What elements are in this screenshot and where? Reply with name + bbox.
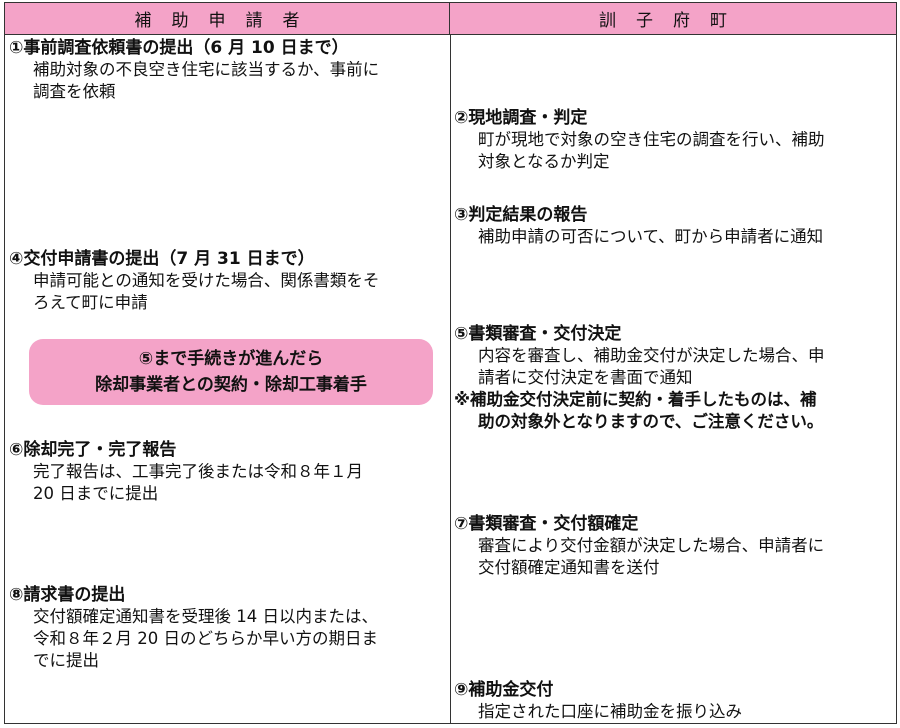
step-8-invoice-submission: ⑧請求書の提出 交付額確定通知書を受理後 14 日以内または、 令和８年２月 2… xyxy=(9,584,378,672)
step-1-prior-survey-request: ①事前調査依頼書の提出（6 月 10 日まで） 補助対象の不良空き住宅に該当する… xyxy=(9,37,379,103)
procedure-table: 補助申請者 訓子府町 ①事前調査依頼書の提出（6 月 10 日まで） 補助対象の… xyxy=(4,2,897,724)
step-3-result-notice: ③判定結果の報告 補助申請の可否について、町から申請者に通知 xyxy=(454,204,823,248)
step-text: 補助対象の不良空き住宅に該当するか、事前に xyxy=(33,60,380,79)
step-text: 交付額確定通知書を送付 xyxy=(478,558,660,577)
step-9-grant-payment: ⑨補助金交付 指定された口座に補助金を振り込み xyxy=(454,679,742,723)
step-text: 指定された口座に補助金を振り込み xyxy=(478,702,742,721)
step-text: 補助申請の可否について、町から申請者に通知 xyxy=(478,227,824,246)
step-4-grant-application: ④交付申請書の提出（7 月 31 日まで） 申請可能との通知を受けた場合、関係書… xyxy=(9,248,379,314)
step-text: 審査により交付金額が決定した場合、申請者に xyxy=(478,536,825,555)
step-5-grant-decision: ⑤書類審査・交付決定 内容を審査し、補助金交付が決定した場合、申 請者に交付決定… xyxy=(454,323,825,433)
step-title: ④交付申請書の提出（7 月 31 日まで） xyxy=(9,249,315,269)
step-text: 調査を依頼 xyxy=(33,82,116,101)
step-title: ⑨補助金交付 xyxy=(454,680,554,700)
step-text: 内容を審査し、補助金交付が決定した場合、申 xyxy=(478,346,825,365)
step-text: 対象となるか判定 xyxy=(478,152,610,171)
step-text: 申請可能との通知を受けた場合、関係書類をそ xyxy=(33,271,380,290)
step-text: ろえて町に申請 xyxy=(33,293,148,312)
step-text: 完了報告は、工事完了後または令和８年１月 xyxy=(33,462,363,481)
step-title: ⑤書類審査・交付決定 xyxy=(454,324,622,344)
step-text: 町が現地で対象の空き住宅の調査を行い、補助 xyxy=(478,130,825,149)
header-town: 訓子府町 xyxy=(450,3,896,35)
banner-line: ⑤まで手続きが進んだら xyxy=(138,349,324,369)
step-title: ⑧請求書の提出 xyxy=(9,585,126,605)
step-2-site-survey: ②現地調査・判定 町が現地で対象の空き住宅の調査を行い、補助 対象となるか判定 xyxy=(454,107,825,173)
banner-line: 除却事業者との契約・除却工事着手 xyxy=(95,375,367,395)
step-title: ③判定結果の報告 xyxy=(454,205,588,225)
step-text: でに提出 xyxy=(33,651,99,670)
caution-note: ※補助金交付決定前に契約・着手したものは、補 xyxy=(454,390,817,409)
column-divider xyxy=(450,35,451,723)
step-title: ②現地調査・判定 xyxy=(454,108,588,128)
step-title: ⑦書類審査・交付額確定 xyxy=(454,514,639,534)
step-title: ①事前調査依頼書の提出（6 月 10 日まで） xyxy=(9,38,349,58)
step-text: 令和８年２月 20 日のどちらか早い方の期日ま xyxy=(33,629,378,648)
header-applicant: 補助申請者 xyxy=(5,3,450,35)
step-7-amount-confirmation: ⑦書類審査・交付額確定 審査により交付金額が決定した場合、申請者に 交付額確定通… xyxy=(454,513,824,579)
step-6-completion-report: ⑥除却完了・完了報告 完了報告は、工事完了後または令和８年１月 20 日までに提… xyxy=(9,439,363,505)
contract-start-banner: ⑤まで手続きが進んだら 除却事業者との契約・除却工事着手 xyxy=(29,339,433,405)
step-title: ⑥除却完了・完了報告 xyxy=(9,440,177,460)
step-text: 請者に交付決定を書面で通知 xyxy=(478,368,693,387)
caution-note: 助の対象外となりますので、ご注意ください。 xyxy=(478,412,824,431)
step-text: 交付額確定通知書を受理後 14 日以内または、 xyxy=(33,607,378,626)
step-text: 20 日までに提出 xyxy=(33,484,159,503)
